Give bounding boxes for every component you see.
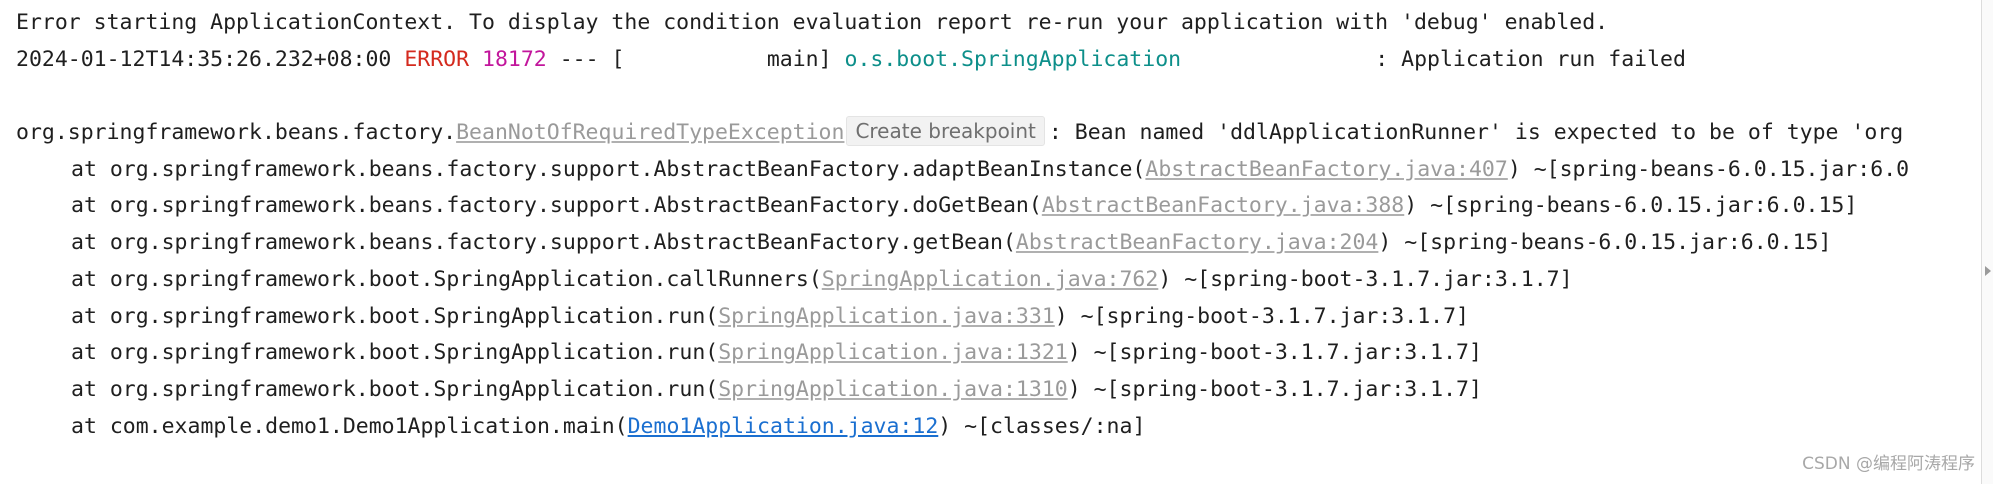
stack-frame-jar: ) ~[spring-boot-3.1.7.jar:3.1.7]	[1054, 303, 1469, 329]
log-timestamp: 2024-01-12T14:35:26.232+08:00	[16, 46, 392, 72]
stack-frame: at org.springframework.boot.SpringApplic…	[16, 262, 1982, 299]
source-file-link[interactable]: SpringApplication.java:762	[822, 267, 1159, 292]
source-file-link[interactable]: SpringApplication.java:331	[718, 304, 1055, 329]
stack-frame: at org.springframework.beans.factory.sup…	[16, 225, 1982, 262]
stack-frame: at org.springframework.boot.SpringApplic…	[16, 335, 1982, 372]
stack-frame-method: at org.springframework.beans.factory.sup…	[71, 156, 1146, 182]
console-line: 2024-01-12T14:35:26.232+08:00 ERROR 1817…	[16, 42, 1982, 79]
console-output[interactable]: Error starting ApplicationContext. To di…	[0, 0, 1982, 484]
stack-frame-method: at org.springframework.boot.SpringApplic…	[71, 303, 719, 329]
startup-error-message: Error starting ApplicationContext. To di…	[16, 10, 1609, 35]
exception-package: org.springframework.beans.factory.	[16, 120, 457, 146]
stack-frame-jar: ) ~[spring-beans-6.0.15.jar:6.0.15]	[1404, 193, 1858, 219]
stack-frame-method: at org.springframework.beans.factory.sup…	[71, 193, 1042, 219]
stack-frame: at org.springframework.beans.factory.sup…	[16, 152, 1982, 189]
watermark: CSDN @编程阿涛程序	[1802, 454, 1975, 474]
stack-frame-method: at org.springframework.boot.SpringApplic…	[71, 376, 719, 402]
console-line: Error starting ApplicationContext. To di…	[16, 5, 1982, 42]
stack-frame-jar: ) ~[spring-boot-3.1.7.jar:3.1.7]	[1158, 266, 1573, 292]
log-level: ERROR	[404, 46, 470, 72]
stack-frame-method: at com.example.demo1.Demo1Application.ma…	[71, 413, 628, 439]
stack-frame: at org.springframework.boot.SpringApplic…	[16, 299, 1982, 336]
stack-frame-method: at org.springframework.boot.SpringApplic…	[71, 266, 822, 292]
source-file-link[interactable]: AbstractBeanFactory.java:204	[1016, 230, 1378, 255]
exception-message: : Bean named 'ddlApplicationRunner' is e…	[1048, 120, 1904, 146]
create-breakpoint-tooltip[interactable]: Create breakpoint	[846, 116, 1045, 147]
stack-frame-method: at org.springframework.boot.SpringApplic…	[71, 340, 719, 366]
scroll-arrow-icon[interactable]	[1985, 266, 1991, 276]
stack-frame: at com.example.demo1.Demo1Application.ma…	[16, 409, 1982, 446]
source-file-link[interactable]: AbstractBeanFactory.java:388	[1042, 193, 1404, 218]
stack-frame-method: at org.springframework.beans.factory.sup…	[71, 230, 1016, 256]
stack-frame: at org.springframework.boot.SpringApplic…	[16, 372, 1982, 409]
log-message: : Application run failed	[1375, 46, 1686, 72]
exception-class-link[interactable]: BeanNotOfRequiredTypeException	[456, 120, 844, 145]
stack-frame-jar: ) ~[classes/:na]	[938, 413, 1146, 439]
log-separator: --- [	[559, 46, 625, 72]
stack-frame: at org.springframework.beans.factory.sup…	[16, 188, 1982, 225]
source-file-link[interactable]: Demo1Application.java:12	[628, 414, 939, 439]
stack-frame-jar: ) ~[spring-boot-3.1.7.jar:3.1.7]	[1067, 376, 1482, 402]
vertical-scrollbar[interactable]	[1981, 0, 1993, 484]
stack-frame-jar: ) ~[spring-beans-6.0.15.jar:6.0.15]	[1378, 230, 1832, 256]
log-pid: 18172	[482, 46, 547, 72]
source-file-link[interactable]: SpringApplication.java:1310	[718, 377, 1068, 402]
stack-frame-jar: ) ~[spring-boot-3.1.7.jar:3.1.7]	[1067, 340, 1482, 366]
stack-frame-jar: ) ~[spring-beans-6.0.15.jar:6.0	[1507, 156, 1910, 182]
stack-trace: at org.springframework.beans.factory.sup…	[16, 152, 1982, 446]
source-file-link[interactable]: SpringApplication.java:1321	[718, 340, 1068, 365]
log-thread: main]	[766, 46, 832, 72]
console-line: org.springframework.beans.factory.BeanNo…	[16, 115, 1982, 152]
source-file-link[interactable]: AbstractBeanFactory.java:407	[1145, 157, 1507, 182]
log-logger: o.s.boot.SpringApplication	[844, 46, 1182, 72]
